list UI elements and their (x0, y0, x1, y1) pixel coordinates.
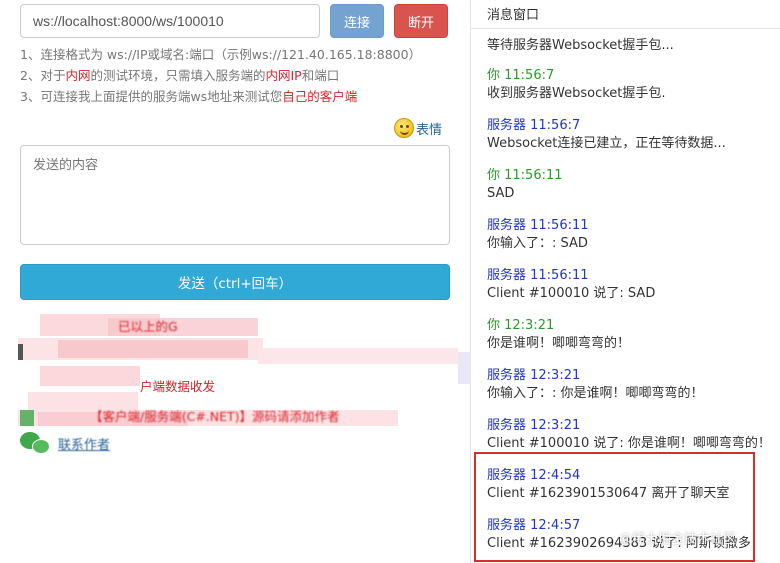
site-watermark: @稀土掘金技术社区 (619, 532, 737, 547)
blurred-text: 【客户端/服务端(C#.NET)】源码请添加作者 (90, 409, 340, 424)
message-item: 等待服务器Websocket握手包... (487, 37, 674, 55)
tip-line-3: 3、可连接我上面提供的服务端ws地址来测试您自己的客户端 (20, 86, 460, 107)
tip-highlight: 内网 (65, 68, 91, 83)
message-item: 你 12:3:21 你是谁啊！唧唧弯弯的！ (487, 317, 630, 353)
tip-line-2: 2、对于内网的测试环境，只需填入服务端的内网IP和端口 (20, 65, 460, 86)
message-item: 服务器 11:56:11 Client #100010 说了: SAD (487, 267, 655, 303)
message-item: 服务器 11:56:7 Websocket连接已建立，正在等待数据... (487, 117, 726, 153)
server-url-input[interactable] (20, 4, 320, 38)
message-sender-time: 服务器 11:56:11 (487, 268, 589, 283)
blurred-text: 户端数据收发 (140, 379, 216, 394)
message-text: 你是谁啊！唧唧弯弯的！ (487, 336, 631, 351)
redaction-block (258, 348, 458, 364)
message-item: 服务器 12:3:21 你输入了：: 你是谁啊！唧唧弯弯的！ (487, 367, 704, 403)
contact-author-link[interactable]: 联系作者 (58, 434, 110, 453)
redaction-block (18, 344, 23, 360)
message-item: 你 11:56:11 SAD (487, 167, 563, 203)
panel-title: 消息窗口 (487, 8, 540, 23)
message-input[interactable] (20, 145, 450, 245)
connect-button[interactable]: 连接 (330, 4, 384, 38)
tip-text: 和端口 (301, 68, 340, 83)
message-item: 你 11:56:7 收到服务器Websocket握手包. (487, 67, 666, 103)
emoji-button[interactable]: 表情 (394, 118, 442, 138)
message-item: 服务器 12:3:21 Client #100010 说了: 你是谁啊！唧唧弯弯… (487, 417, 771, 453)
tip-text: 的测试环境，只需填入服务端的 (90, 68, 266, 83)
disconnect-button[interactable]: 断开 (394, 4, 448, 38)
smiley-icon (394, 118, 414, 138)
message-sender-time: 你 12:3:21 (487, 318, 555, 333)
tip-text: 2、对于 (20, 68, 66, 83)
message-sender-time: 服务器 11:56:7 (487, 118, 581, 133)
message-sender-time: 服务器 11:56:11 (487, 218, 589, 233)
panel-divider (471, 28, 780, 29)
tip-highlight: 自己的客户端 (282, 89, 358, 104)
message-item: 服务器 11:56:11 你输入了：: SAD (487, 217, 589, 253)
message-text: 你输入了：: 你是谁啊！唧唧弯弯的！ (487, 386, 704, 401)
redaction-block (40, 366, 140, 386)
message-text: 等待服务器Websocket握手包... (487, 38, 674, 53)
blurred-text: 已以上的G (118, 319, 178, 334)
message-panel: 消息窗口 等待服务器Websocket握手包... 你 11:56:7 收到服务… (470, 0, 780, 563)
message-text: SAD (487, 186, 515, 201)
message-text: Client #100010 说了: SAD (487, 286, 656, 301)
tip-highlight: 内网IP (265, 68, 302, 83)
message-text: Websocket连接已建立，正在等待数据... (487, 136, 726, 151)
connection-tips: 1、连接格式为 ws://IP或域名:端口（示例ws://121.40.165.… (20, 44, 460, 107)
send-button[interactable]: 发送（ctrl+回车） (20, 264, 450, 300)
message-sender-time: 你 11:56:11 (487, 168, 563, 183)
message-text: 收到服务器Websocket握手包. (487, 86, 666, 101)
redaction-block (20, 410, 34, 426)
tip-text: 3、可连接我上面提供的服务端ws地址来测试您 (20, 89, 283, 104)
left-pane: 连接 断开 1、连接格式为 ws://IP或域名:端口（示例ws://121.4… (0, 0, 518, 563)
message-sender-time: 服务器 12:3:21 (487, 368, 581, 383)
message-text: Client #100010 说了: 你是谁啊！唧唧弯弯的！ (487, 436, 771, 451)
message-sender-time: 服务器 12:3:21 (487, 418, 581, 433)
message-sender-time: 你 11:56:7 (487, 68, 555, 83)
message-text: 你输入了：: SAD (487, 236, 588, 251)
wechat-icon (20, 432, 50, 456)
tip-line-1: 1、连接格式为 ws://IP或域名:端口（示例ws://121.40.165.… (20, 47, 422, 62)
emoji-label: 表情 (416, 122, 443, 138)
redaction-block (58, 340, 248, 358)
